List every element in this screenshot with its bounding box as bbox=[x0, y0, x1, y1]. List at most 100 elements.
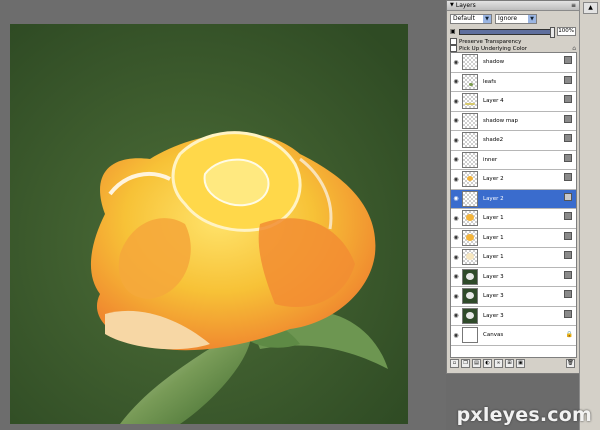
layer-options-icon[interactable] bbox=[564, 114, 572, 123]
layer-thumbnail bbox=[462, 190, 478, 207]
rose-artwork bbox=[10, 24, 408, 424]
layer-options-icon[interactable] bbox=[564, 153, 572, 162]
layer-options-icon[interactable] bbox=[564, 173, 572, 181]
eye-icon[interactable]: ◉ bbox=[451, 137, 461, 144]
layer-name: Layer 1 bbox=[483, 254, 504, 261]
layer-thumbnail bbox=[462, 73, 478, 90]
eye-icon[interactable]: ◉ bbox=[451, 195, 461, 202]
vertical-scrollbar[interactable]: ▲ bbox=[579, 0, 600, 430]
eye-icon[interactable]: ◉ bbox=[451, 59, 461, 66]
rose-painting[interactable] bbox=[10, 24, 408, 424]
layer-thumbnail bbox=[462, 112, 478, 129]
layer-row[interactable]: ◉ Layer 3 bbox=[451, 267, 576, 287]
eye-icon[interactable]: ◉ bbox=[451, 273, 461, 280]
layer-name: Layer 1 bbox=[483, 215, 504, 222]
eye-icon[interactable]: ◉ bbox=[451, 176, 461, 183]
eye-icon[interactable]: ◉ bbox=[451, 293, 461, 300]
trash-icon[interactable]: 🗑 bbox=[566, 359, 575, 368]
layer-row-selected[interactable]: ◉ Layer 2 bbox=[451, 189, 576, 209]
layer-row[interactable]: ◉ Layer 1 bbox=[451, 209, 576, 229]
layer-options-icon[interactable] bbox=[564, 231, 572, 240]
layer-options-icon[interactable] bbox=[564, 309, 572, 318]
opacity-slider[interactable] bbox=[459, 26, 555, 38]
layer-name: Layer 3 bbox=[483, 293, 504, 300]
layer-name: shadow bbox=[483, 59, 505, 66]
layer-options-icon[interactable] bbox=[564, 290, 572, 298]
layer-row-canvas[interactable]: ◉ Canvas 🔒 bbox=[451, 326, 576, 346]
layer-row[interactable]: ◉ shade2 bbox=[451, 131, 576, 151]
group-layer-icon[interactable]: ▤ bbox=[472, 359, 481, 368]
layer-row[interactable]: ◉ Layer 3 bbox=[451, 306, 576, 326]
watermark-logo: pxleyes.com bbox=[456, 404, 592, 426]
effects-icon[interactable]: ▣ bbox=[516, 359, 525, 368]
eye-icon[interactable]: ◉ bbox=[451, 117, 461, 124]
collapse-triangle-icon[interactable]: ▼ bbox=[450, 3, 454, 8]
layer-thumbnail bbox=[462, 151, 478, 168]
layer-thumbnail bbox=[462, 132, 478, 149]
layers-panel-titlebar[interactable]: ▼ Layers ≡ bbox=[447, 1, 579, 11]
layers-panel: ▼ Layers ≡ Default ▼ Ignore ▼ ▣ 100% Pre… bbox=[446, 0, 580, 374]
opacity-value[interactable]: 100% bbox=[557, 27, 576, 36]
layer-options-icon[interactable] bbox=[564, 75, 572, 84]
preserve-transparency-row[interactable]: Preserve Transparency bbox=[447, 38, 579, 45]
layer-name: shade2 bbox=[483, 137, 504, 144]
blend-mode-select[interactable]: Default ▼ bbox=[450, 14, 492, 24]
layer-options-icon[interactable] bbox=[564, 95, 572, 103]
duplicate-layer-icon[interactable]: ❐ bbox=[461, 359, 470, 368]
layer-name: inner bbox=[483, 156, 498, 163]
merge-icon[interactable]: ⊞ bbox=[505, 359, 514, 368]
link-icon[interactable]: ∞ bbox=[494, 359, 503, 368]
layer-thumbnail bbox=[462, 327, 478, 344]
eye-icon[interactable]: ◉ bbox=[451, 156, 461, 163]
document-canvas-area[interactable] bbox=[0, 0, 446, 430]
layer-options-icon[interactable] bbox=[564, 56, 572, 64]
eye-icon[interactable]: ◉ bbox=[451, 234, 461, 241]
layer-list[interactable]: ◉ shadow ◉ leafs ◉ Layer 4 ◉ shadow map … bbox=[450, 52, 577, 358]
lock-icon[interactable]: 🔒 bbox=[566, 332, 573, 338]
panel-menu-icon[interactable]: ≡ bbox=[571, 2, 576, 10]
layer-name: Layer 2 bbox=[483, 176, 504, 183]
pick-up-underlying-color-checkbox[interactable] bbox=[450, 45, 457, 52]
layer-row[interactable]: ◉ shadow map bbox=[451, 111, 576, 131]
eye-icon[interactable]: ◉ bbox=[451, 332, 461, 339]
layer-thumbnail bbox=[462, 54, 478, 71]
preserve-transparency-checkbox[interactable] bbox=[450, 38, 457, 45]
layer-row[interactable]: ◉ inner bbox=[451, 150, 576, 170]
layer-options-icon[interactable] bbox=[564, 251, 572, 259]
layer-row[interactable]: ◉ Layer 1 bbox=[451, 228, 576, 248]
pick-up-underlying-color-label: Pick Up Underlying Color bbox=[459, 45, 527, 52]
layer-name: Canvas bbox=[483, 332, 504, 339]
chevron-down-icon: ▼ bbox=[528, 15, 536, 23]
opacity-mode-select[interactable]: Ignore ▼ bbox=[495, 14, 537, 24]
layer-tools-bar: ▫ ❐ ▤ ◐ ∞ ⊞ ▣ 🗑 bbox=[450, 359, 575, 368]
layer-options-icon[interactable] bbox=[564, 212, 572, 220]
layer-row[interactable]: ◉ leafs bbox=[451, 72, 576, 92]
new-layer-icon[interactable]: ▫ bbox=[450, 359, 459, 368]
layer-row[interactable]: ◉ shadow bbox=[451, 53, 576, 73]
layer-name: Layer 4 bbox=[483, 98, 504, 105]
layer-row[interactable]: ◉ Layer 2 bbox=[451, 170, 576, 190]
layer-thumbnail bbox=[462, 93, 478, 110]
mask-icon[interactable]: ◐ bbox=[483, 359, 492, 368]
opacity-mode-value: Ignore bbox=[498, 15, 518, 22]
layer-thumbnail bbox=[462, 171, 478, 188]
layer-thumbnail bbox=[462, 268, 478, 285]
layer-options-icon[interactable] bbox=[564, 134, 572, 142]
scroll-up-icon[interactable]: ▲ bbox=[583, 2, 598, 14]
layer-name: Layer 1 bbox=[483, 234, 504, 241]
layer-row[interactable]: ◉ Layer 1 bbox=[451, 248, 576, 268]
eye-icon[interactable]: ◉ bbox=[451, 312, 461, 319]
layer-row[interactable]: ◉ Layer 4 bbox=[451, 92, 576, 112]
layers-panel-title: Layers bbox=[455, 1, 476, 9]
opacity-slider-handle[interactable] bbox=[550, 26, 555, 38]
options-icon[interactable]: ⌂ bbox=[572, 45, 576, 52]
layer-options-icon[interactable] bbox=[564, 270, 572, 279]
layer-options-icon[interactable] bbox=[564, 192, 572, 201]
pick-up-underlying-color-row[interactable]: Pick Up Underlying Color ⌂ bbox=[447, 45, 579, 52]
eye-icon[interactable]: ◉ bbox=[451, 215, 461, 222]
layer-row[interactable]: ◉ Layer 3 bbox=[451, 287, 576, 307]
chevron-down-icon: ▼ bbox=[483, 15, 491, 23]
eye-icon[interactable]: ◉ bbox=[451, 78, 461, 85]
eye-icon[interactable]: ◉ bbox=[451, 254, 461, 261]
eye-icon[interactable]: ◉ bbox=[451, 98, 461, 105]
